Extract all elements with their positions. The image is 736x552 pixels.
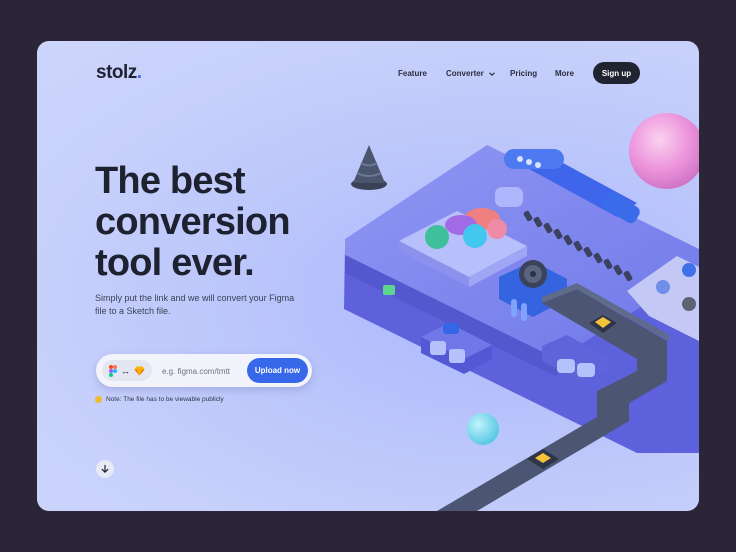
page-title: The best conversion tool ever. — [95, 161, 395, 284]
note-text: Note: The file has to be viewable public… — [106, 396, 224, 403]
nav-item-more[interactable]: More — [555, 69, 574, 78]
brand-name: stolz — [96, 62, 137, 83]
figma-icon — [109, 364, 117, 377]
upload-form: ↔ Upload now — [96, 354, 312, 387]
signup-button[interactable]: Sign up — [593, 62, 640, 84]
headline-line: conversion — [95, 201, 291, 243]
nav-item-converter[interactable]: Converter — [446, 69, 496, 78]
nav-item-feature[interactable]: Feature — [398, 69, 427, 78]
headline-line: tool ever. — [95, 242, 255, 284]
swap-arrow-icon: ↔ — [121, 365, 130, 376]
brand-dot: . — [136, 62, 142, 83]
figma-url-input[interactable] — [162, 364, 244, 378]
viewable-note: Note: The file has to be viewable public… — [95, 396, 224, 403]
format-swap-pill[interactable]: ↔ — [102, 360, 152, 381]
arrow-down-icon — [101, 464, 109, 474]
hero-subtitle: Simply put the link and we will convert … — [95, 293, 295, 316]
headline-line: The best — [95, 160, 246, 202]
sketch-icon — [134, 366, 145, 375]
green-tab — [383, 285, 395, 295]
scroll-down-button[interactable] — [96, 460, 114, 478]
nav-item-converter-label: Converter — [446, 69, 484, 78]
upload-now-button[interactable]: Upload now — [247, 358, 308, 383]
nav-item-pricing[interactable]: Pricing — [510, 69, 537, 78]
brand-logo[interactable]: stolz. — [96, 62, 142, 84]
hero-card: stolz. Feature Converter Pricing More Si… — [37, 41, 699, 511]
sunglasses-emoji-icon — [95, 396, 102, 403]
pink-sphere — [629, 113, 699, 189]
chevron-down-icon — [488, 72, 495, 76]
cyan-sphere — [467, 413, 499, 445]
